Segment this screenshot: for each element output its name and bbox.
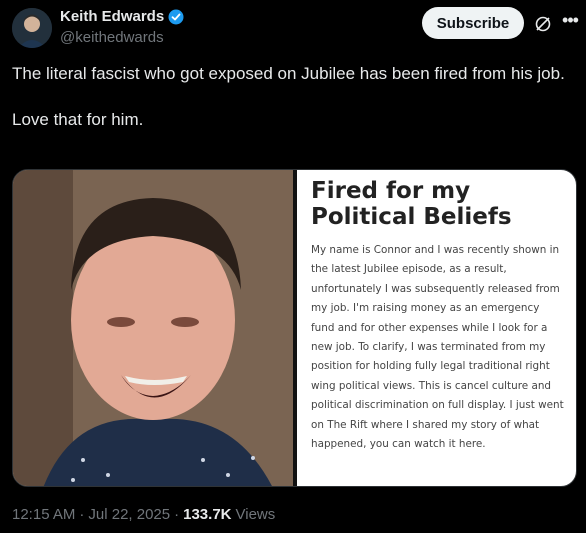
author-name-row[interactable]: Keith Edwards: [60, 8, 184, 25]
avatar[interactable]: [12, 8, 52, 48]
views-label: Views: [235, 506, 276, 523]
media-divider: [293, 170, 297, 486]
verified-badge-icon: [168, 9, 184, 25]
tweet-meta: 12:15 AM · Jul 22, 2025 · 133.7K Views: [12, 506, 275, 523]
author-name[interactable]: Keith Edwards: [60, 8, 164, 25]
tweet-text: The literal fascist who got exposed on J…: [12, 62, 572, 131]
media-photo: [13, 170, 293, 486]
meta-separator: ·: [79, 506, 85, 523]
author-handle[interactable]: @keithedwards: [60, 29, 164, 46]
views-count[interactable]: 133.7K: [183, 506, 231, 523]
post-time[interactable]: 12:15 AM: [12, 506, 75, 523]
fundraiser-body: My name is Connor and I was recently sho…: [311, 244, 564, 451]
tweet-text-line2: Love that for him.: [12, 110, 144, 129]
more-icon[interactable]: •••: [560, 10, 580, 34]
fundraiser-title: Fired for my Political Beliefs: [311, 178, 512, 230]
tweet-media[interactable]: Fired for my Political Beliefs My name i…: [12, 169, 577, 487]
grok-icon[interactable]: [534, 15, 552, 33]
meta-separator: ·: [174, 506, 180, 523]
subscribe-button[interactable]: Subscribe: [422, 7, 524, 39]
tweet-text-line1: The literal fascist who got exposed on J…: [12, 64, 565, 83]
fundraiser-page: Fired for my Political Beliefs My name i…: [311, 178, 566, 454]
tweet-header: Keith Edwards @keithedwards Subscribe ••…: [12, 6, 579, 50]
post-date[interactable]: Jul 22, 2025: [88, 506, 170, 523]
